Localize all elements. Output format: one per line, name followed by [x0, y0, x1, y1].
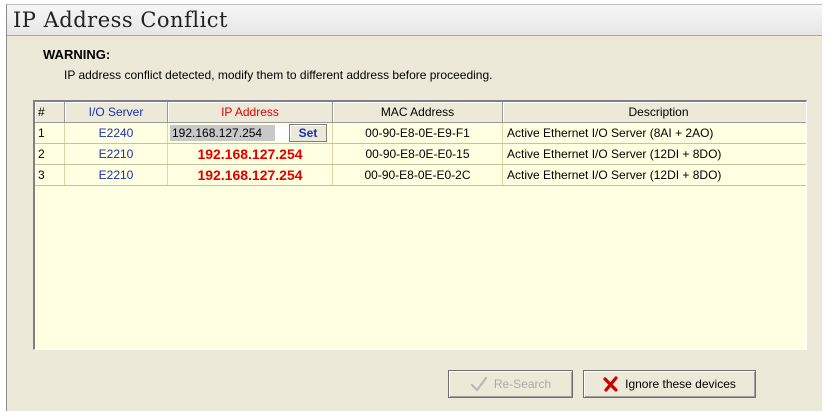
description-cell: Active Ethernet I/O Server (12DI + 8DO): [502, 143, 806, 165]
title-bar: IP Address Conflict: [7, 5, 822, 36]
column-header-io-server[interactable]: I/O Server: [64, 102, 168, 123]
row-number: 1: [35, 122, 65, 144]
table-header-row: # I/O Server IP Address MAC Address Desc…: [35, 102, 806, 123]
description-cell: Active Ethernet I/O Server (8AI + 2AO): [502, 122, 806, 144]
mac-address-cell: 00-90-E8-0E-E0-2C: [332, 164, 503, 186]
ip-address-cell[interactable]: 192.168.127.254: [167, 164, 333, 186]
mac-address-cell: 00-90-E8-0E-E0-15: [332, 143, 503, 165]
warning-message: IP address conflict detected, modify the…: [64, 68, 493, 82]
ip-conflict-dialog: IP Address Conflict WARNING: IP address …: [6, 4, 822, 411]
table-row[interactable]: 2 E2210 192.168.127.254 00-90-E8-0E-E0-1…: [35, 143, 806, 165]
column-header-number[interactable]: #: [35, 102, 65, 123]
ip-address-input[interactable]: [170, 125, 275, 141]
mac-address-cell: 00-90-E8-0E-E9-F1: [332, 122, 503, 144]
re-search-button[interactable]: Re-Search: [448, 370, 573, 398]
warning-heading: WARNING:: [43, 47, 111, 62]
column-header-ip-address[interactable]: IP Address: [167, 102, 333, 123]
ignore-devices-label: Ignore these devices: [625, 377, 736, 391]
re-search-label: Re-Search: [493, 377, 552, 391]
ip-address-editor: Set: [170, 124, 330, 142]
set-ip-button[interactable]: Set: [289, 124, 327, 142]
ip-input-spacer: [275, 125, 289, 141]
row-number: 2: [35, 143, 65, 165]
column-header-mac-address[interactable]: MAC Address: [332, 102, 503, 123]
ignore-devices-button[interactable]: Ignore these devices: [583, 370, 756, 398]
column-header-description[interactable]: Description: [502, 102, 806, 123]
table-row[interactable]: 1 E2240 Set 00-90-E8-0E-E9-F1 Active Eth…: [35, 122, 806, 144]
conflict-table: # I/O Server IP Address MAC Address Desc…: [33, 100, 807, 350]
table-row[interactable]: 3 E2210 192.168.127.254 00-90-E8-0E-E0-2…: [35, 164, 806, 186]
io-server-cell: E2210: [64, 143, 168, 165]
description-cell: Active Ethernet I/O Server (12DI + 8DO): [502, 164, 806, 186]
checkmark-icon: [470, 376, 488, 392]
io-server-cell: E2210: [64, 164, 168, 186]
window-title: IP Address Conflict: [13, 8, 228, 32]
io-server-cell: E2240: [64, 122, 168, 144]
row-number: 3: [35, 164, 65, 186]
ip-address-cell[interactable]: 192.168.127.254: [167, 143, 333, 165]
red-x-icon: [603, 376, 619, 392]
ip-address-cell: Set: [167, 122, 333, 144]
